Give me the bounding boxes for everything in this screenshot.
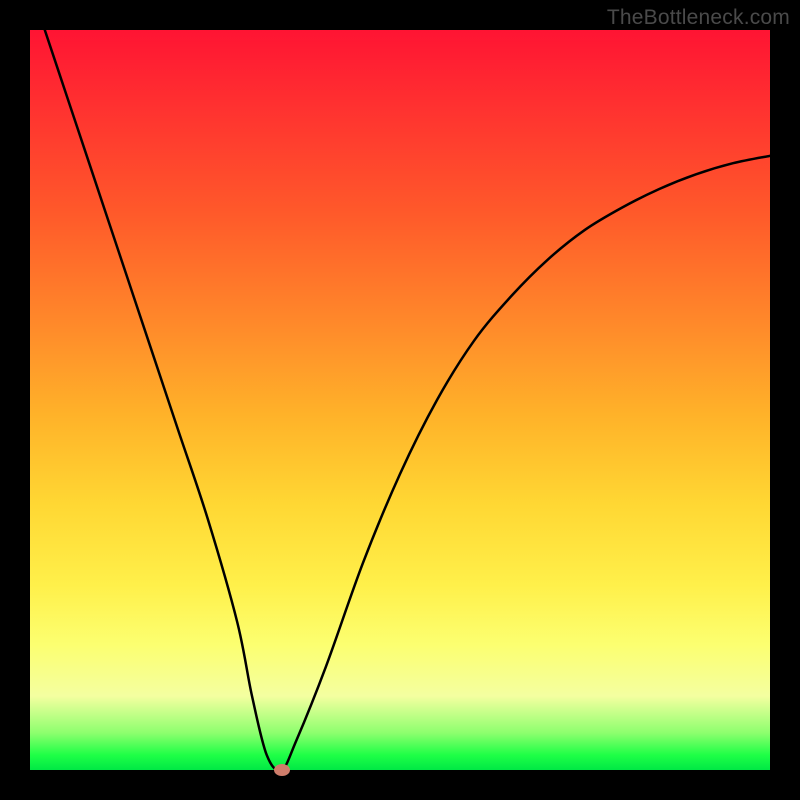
plot-area: [30, 30, 770, 770]
chart-frame: TheBottleneck.com: [0, 0, 800, 800]
minimum-marker: [274, 764, 290, 776]
watermark-text: TheBottleneck.com: [607, 6, 790, 30]
bottleneck-curve: [30, 30, 770, 770]
